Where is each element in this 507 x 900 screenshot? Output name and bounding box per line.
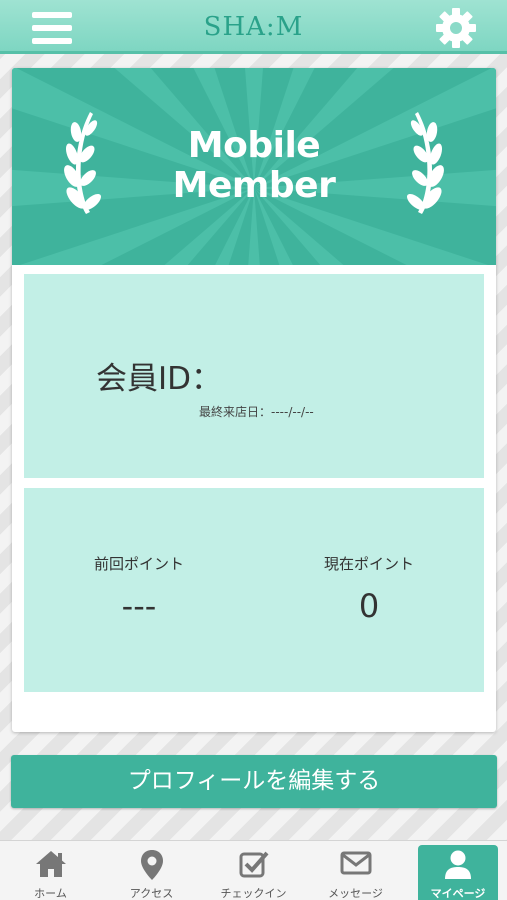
app-title: SHA:M (203, 12, 304, 42)
member-id-label: 会員ID： (96, 361, 223, 397)
user-icon (445, 850, 471, 879)
edit-profile-button[interactable]: プロフィールを編集する (11, 755, 497, 808)
tab-home[interactable]: ホーム (0, 841, 101, 900)
envelope-icon (340, 851, 371, 875)
banner-title: Mobile Member (12, 126, 496, 206)
current-points-value: 0 (358, 587, 380, 625)
tab-checkin-label: チェックイン (220, 887, 287, 900)
points-panel: 前回ポイント --- 現在ポイント 0 (24, 488, 484, 692)
checkbox-icon (239, 851, 268, 878)
home-icon (35, 851, 66, 877)
last-visit-date: 最終来店日：----/--/-- (199, 405, 314, 419)
tab-access-label: アクセス (129, 887, 174, 900)
member-id-panel: 会員ID： 最終来店日：----/--/-- (24, 274, 484, 478)
banner-title-line2: Member (172, 165, 336, 206)
tab-mypage-label: マイページ (430, 887, 486, 900)
previous-points-label: 前回ポイント (93, 555, 184, 573)
current-points: 現在ポイント 0 (254, 488, 484, 692)
map-pin-icon (140, 850, 163, 880)
previous-points: 前回ポイント --- (24, 488, 254, 692)
gear-icon[interactable] (434, 6, 478, 50)
banner-title-line1: Mobile (187, 125, 321, 166)
member-card: Mobile Member 会員ID： 最終来店日：----/--/-- 前回ポ… (12, 68, 496, 732)
tab-mypage[interactable]: マイページ (418, 845, 498, 900)
tab-message[interactable]: メッセージ (305, 841, 406, 900)
mobile-member-banner: Mobile Member (12, 68, 496, 265)
current-points-label: 現在ポイント (323, 555, 414, 573)
app-header: SHA:M (0, 0, 507, 54)
tab-checkin[interactable]: チェックイン (202, 841, 305, 900)
tab-access[interactable]: アクセス (101, 841, 202, 900)
tab-home-label: ホーム (34, 887, 67, 900)
previous-points-value: --- (121, 587, 157, 625)
tab-message-label: メッセージ (328, 887, 383, 900)
bottom-tab-bar: ホーム アクセス チェックイン メッセージ マイページ (0, 840, 507, 900)
